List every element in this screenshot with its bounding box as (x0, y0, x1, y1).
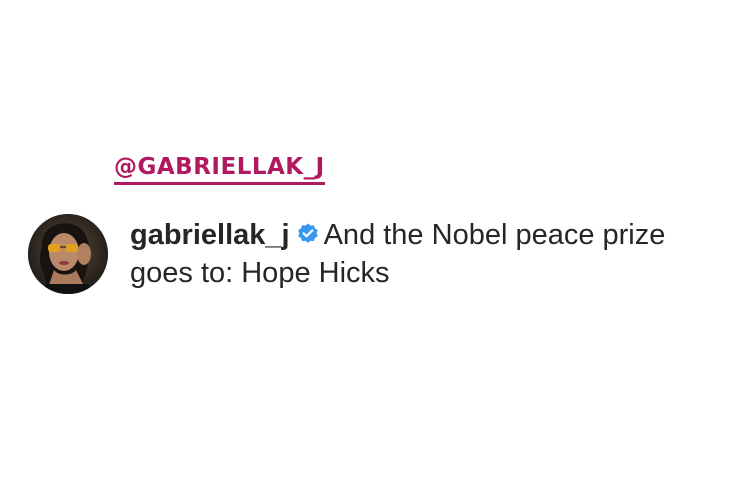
avatar[interactable] (28, 214, 108, 294)
username-link[interactable]: gabriellak_j (130, 219, 290, 251)
verified-badge-icon (296, 222, 320, 246)
comment: gabriellak_j And the Nobel peace prize g… (28, 214, 728, 304)
profile-photo (28, 214, 108, 294)
instagram-comment-screenshot: @GABRIELLAK_J gabriellak_j And the Nobel… (0, 0, 750, 497)
comment-text-block: gabriellak_j And the Nobel peace prize g… (130, 216, 720, 292)
mention-tag[interactable]: @GABRIELLAK_J (114, 154, 325, 185)
